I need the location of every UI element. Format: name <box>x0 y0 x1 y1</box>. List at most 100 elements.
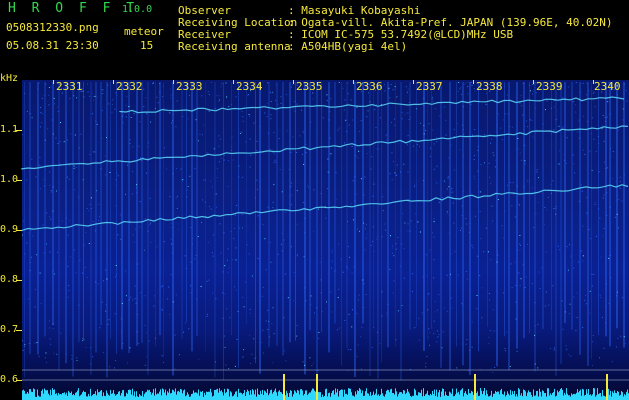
noise-speck <box>242 120 244 122</box>
amplitude-bar <box>299 394 300 400</box>
noise-speck <box>532 84 534 85</box>
noise-speck <box>90 363 92 365</box>
amplitude-bar <box>449 391 450 400</box>
amplitude-bar <box>519 389 520 400</box>
amplitude-bar <box>227 388 228 400</box>
amplitude-bar <box>325 389 326 400</box>
amplitude-bar <box>83 390 84 400</box>
noise-speck <box>443 106 445 108</box>
amplitude-bar <box>573 393 574 400</box>
noise-speck <box>589 312 591 314</box>
noise-speck <box>518 272 520 274</box>
noise-speck <box>401 243 403 245</box>
amplitude-bar <box>581 395 582 400</box>
amplitude-bar <box>597 388 598 400</box>
noise-speck <box>272 91 274 93</box>
noise-speck <box>605 322 607 324</box>
noise-speck <box>396 96 398 98</box>
noise-speck <box>327 188 329 189</box>
noise-speck <box>429 155 431 157</box>
noise-speck <box>87 83 89 85</box>
noise-speck <box>442 197 443 199</box>
amplitude-bar <box>422 396 423 400</box>
noise-speck <box>202 199 203 201</box>
amplitude-bar <box>101 390 102 400</box>
amplitude-bar <box>392 393 393 400</box>
amplitude-bar <box>239 392 240 400</box>
noise-speck <box>292 107 294 109</box>
noise-speck <box>509 125 511 127</box>
amplitude-bar <box>383 395 384 400</box>
noise-streak <box>231 82 232 336</box>
noise-speck <box>218 145 220 147</box>
noise-speck <box>527 180 529 182</box>
noise-speck <box>463 155 465 157</box>
noise-speck <box>135 187 137 189</box>
amplitude-bar <box>600 393 601 400</box>
amplitude-bar <box>293 394 294 400</box>
noise-speck <box>331 260 333 262</box>
amplitude-bar <box>441 391 442 400</box>
noise-speck <box>394 86 396 88</box>
noise-speck <box>438 334 440 335</box>
noise-speck <box>562 97 564 99</box>
noise-speck <box>28 232 30 234</box>
amplitude-bar <box>584 395 585 400</box>
noise-speck <box>458 82 460 83</box>
amplitude-bar <box>261 393 262 400</box>
noise-speck <box>94 230 96 232</box>
noise-speck <box>446 212 448 214</box>
noise-speck <box>302 131 304 133</box>
amplitude-bar <box>436 389 437 400</box>
amplitude-bar <box>205 395 206 400</box>
amplitude-bar <box>51 395 52 400</box>
noise-speck <box>488 293 490 295</box>
noise-speck <box>354 175 356 177</box>
noise-speck <box>208 94 210 96</box>
noise-speck <box>147 142 149 144</box>
noise-speck <box>557 245 559 247</box>
noise-speck <box>532 93 533 95</box>
noise-speck <box>211 186 213 188</box>
noise-speck <box>291 182 292 184</box>
noise-speck <box>436 182 438 184</box>
amplitude-bar <box>192 393 193 400</box>
amplitude-bar <box>103 392 104 400</box>
noise-speck <box>443 180 445 182</box>
noise-speck <box>247 94 249 96</box>
noise-speck <box>605 283 607 285</box>
noise-speck <box>31 117 33 119</box>
amplitude-bar <box>286 390 287 400</box>
amplitude-bar <box>611 396 612 400</box>
amplitude-bar <box>269 393 270 400</box>
noise-speck <box>603 227 605 229</box>
noise-speck <box>30 230 32 232</box>
noise-speck <box>225 364 227 366</box>
noise-speck <box>578 131 580 133</box>
amplitude-bar <box>517 396 518 400</box>
noise-speck <box>140 292 141 294</box>
noise-speck <box>66 139 68 141</box>
noise-speck <box>114 276 116 278</box>
amplitude-bar <box>480 388 481 400</box>
amplitude-bar <box>29 389 30 400</box>
amplitude-bar <box>167 391 168 400</box>
noise-speck <box>67 176 68 178</box>
noise-speck <box>335 199 337 201</box>
noise-speck <box>328 119 330 121</box>
noise-speck <box>410 220 412 222</box>
amplitude-bar <box>566 388 567 400</box>
amplitude-bar <box>455 394 456 400</box>
noise-speck <box>52 133 54 135</box>
noise-speck <box>544 109 546 111</box>
noise-speck <box>580 250 582 252</box>
noise-speck <box>268 132 269 134</box>
amplitude-bar <box>525 391 526 400</box>
noise-speck <box>582 225 584 227</box>
noise-speck <box>609 206 611 208</box>
noise-speck <box>423 180 424 181</box>
noise-speck <box>216 95 218 96</box>
amplitude-bar <box>397 396 398 400</box>
x-tick <box>473 80 474 84</box>
amplitude-bar <box>409 393 410 400</box>
